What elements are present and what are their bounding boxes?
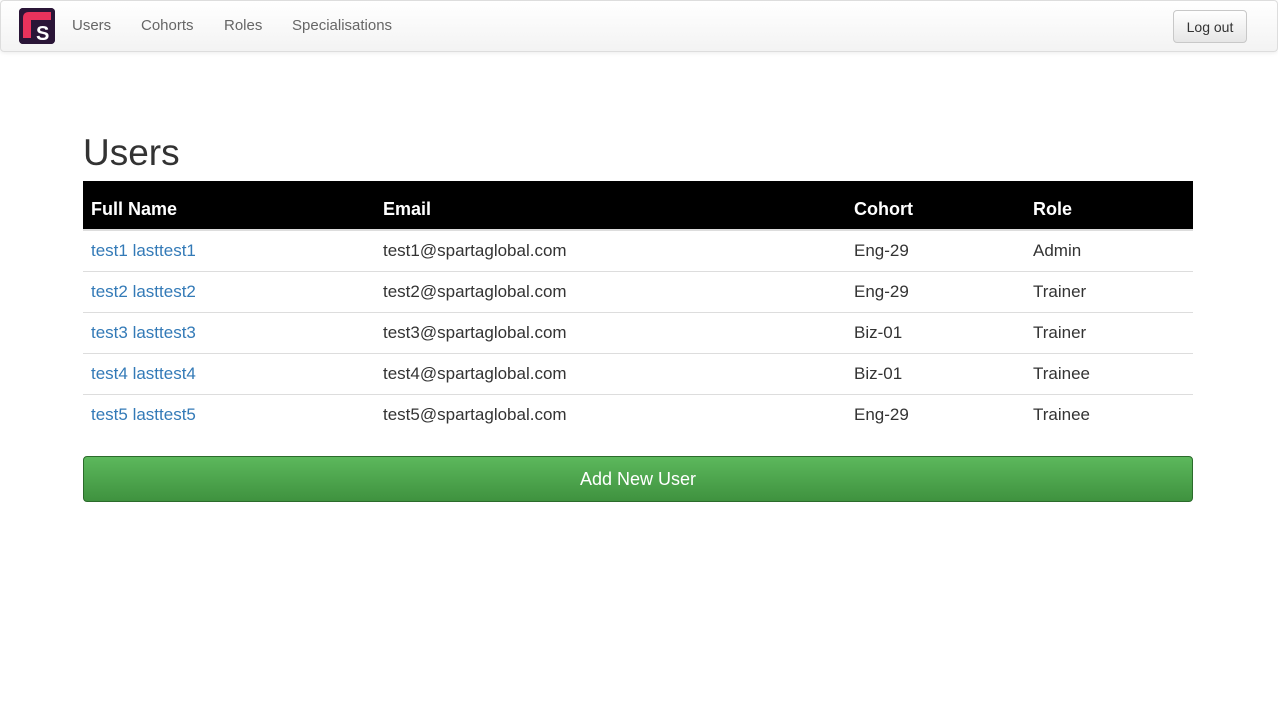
users-table: Full Name Email Cohort Role test1 lastte…: [83, 181, 1193, 435]
cohort-cell: Eng-29: [854, 240, 909, 260]
column-header-cohort: Cohort: [846, 181, 1025, 231]
table-row: test2 lasttest2 test2@spartaglobal.com E…: [83, 270, 1193, 312]
table-header-row: Full Name Email Cohort Role: [83, 181, 1193, 231]
email-cell: test2@spartaglobal.com: [375, 270, 846, 312]
name-cell: test4 lasttest4: [83, 352, 375, 394]
nav-specialisations[interactable]: Specialisations: [292, 17, 392, 34]
cohort-cell: Biz-01: [846, 311, 1025, 353]
page-title: Users: [83, 132, 180, 173]
email-cell: test1@spartaglobal.com: [383, 240, 567, 260]
table-body: test1 lasttest1 test1@spartaglobal.com E…: [83, 230, 1193, 435]
logout-button[interactable]: Log out: [1173, 10, 1247, 43]
column-header-email: Email: [375, 181, 846, 231]
nav-users[interactable]: Users: [72, 17, 111, 34]
table-row: test1 lasttest1 test1@spartaglobal.com E…: [83, 230, 1193, 271]
email-cell: test4@spartaglobal.com: [375, 352, 846, 394]
cohort-cell: Eng-29: [846, 270, 1025, 312]
role-cell: Trainer: [1025, 270, 1193, 312]
user-name-link[interactable]: test5 lasttest5: [91, 405, 196, 424]
role-cell: Trainee: [1025, 393, 1193, 435]
table-header: Full Name Email Cohort Role: [83, 181, 1193, 231]
table-row: test4 lasttest4 test4@spartaglobal.com B…: [83, 352, 1193, 394]
name-cell: test2 lasttest2: [83, 270, 375, 312]
cohort-cell: Eng-29: [846, 393, 1025, 435]
column-header-full-name: Full Name: [83, 181, 375, 231]
user-name-link[interactable]: test2 lasttest2: [91, 282, 196, 301]
sparta-logo[interactable]: S: [19, 8, 55, 44]
name-cell: test1 lasttest1: [83, 230, 375, 271]
name-cell: test5 lasttest5: [83, 393, 375, 435]
role-cell: Admin: [1033, 240, 1082, 260]
column-header-role: Role: [1025, 181, 1193, 231]
top-navbar: S Users Cohorts Roles Specialisations Lo…: [0, 0, 1278, 52]
table-row: test3 lasttest3 test3@spartaglobal.com B…: [83, 311, 1193, 353]
sparta-logo-icon: S: [19, 8, 55, 44]
user-name-link[interactable]: test3 lasttest3: [91, 323, 196, 342]
nav-cohorts[interactable]: Cohorts: [141, 17, 194, 34]
table-row: test5 lasttest5 test5@spartaglobal.com E…: [83, 393, 1193, 435]
role-cell: Trainer: [1025, 311, 1193, 353]
name-cell: test3 lasttest3: [83, 311, 375, 353]
user-name-link[interactable]: test1 lasttest1: [91, 241, 196, 260]
add-new-user-button[interactable]: Add New User: [83, 456, 1193, 502]
role-cell: Trainee: [1025, 352, 1193, 394]
nav-roles[interactable]: Roles: [224, 17, 262, 34]
cohort-cell: Biz-01: [846, 352, 1025, 394]
email-cell: test3@spartaglobal.com: [375, 311, 846, 353]
svg-text:S: S: [36, 23, 49, 44]
user-name-link[interactable]: test4 lasttest4: [91, 364, 196, 383]
email-cell: test5@spartaglobal.com: [375, 393, 846, 435]
